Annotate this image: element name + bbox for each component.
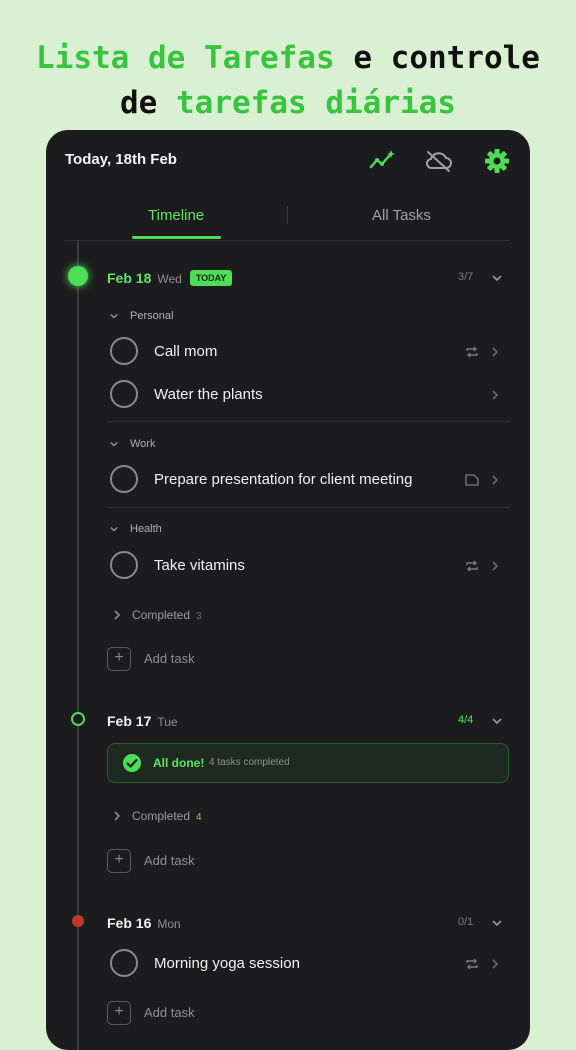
top-bar: Today, 18th Feb: [46, 130, 530, 190]
chevron-right-icon[interactable]: [112, 610, 122, 620]
chevron-right-icon[interactable]: [490, 959, 500, 969]
plus-icon: +: [107, 1001, 131, 1025]
timeline-rail: [77, 240, 79, 1050]
task-checkbox[interactable]: [110, 380, 138, 408]
chevron-down-icon[interactable]: [492, 716, 502, 726]
tab-divider: [287, 206, 288, 224]
day-header-feb18[interactable]: Feb 18 Wed TODAY: [107, 270, 233, 286]
day-progress-count: 4/4: [458, 714, 474, 726]
today-badge: TODAY: [189, 270, 233, 286]
repeat-icon: [466, 958, 478, 970]
active-tab-indicator: [132, 236, 221, 239]
group-label-work[interactable]: Work: [130, 438, 155, 450]
day-progress-count: 3/7: [458, 271, 474, 283]
completed-toggle[interactable]: Completed 3: [132, 608, 202, 622]
chevron-right-icon[interactable]: [490, 475, 500, 485]
headline-line-2: de tarefas diárias: [120, 85, 456, 121]
chevron-down-icon[interactable]: [110, 440, 118, 448]
headline-line-1: Lista de Tarefas e controle: [36, 40, 540, 76]
task-item[interactable]: Prepare presentation for client meeting: [110, 462, 510, 498]
chevron-down-icon[interactable]: [110, 525, 118, 533]
completed-toggle[interactable]: Completed 4: [132, 809, 202, 823]
group-divider: [107, 421, 510, 422]
day-header-feb16[interactable]: Feb 16 Mon: [107, 915, 181, 931]
tab-timeline[interactable]: Timeline: [148, 207, 204, 224]
group-label-personal[interactable]: Personal: [130, 310, 173, 322]
timeline-dot-overdue: [72, 915, 84, 927]
day-header-feb17[interactable]: Feb 17 Tue: [107, 713, 178, 729]
task-item[interactable]: Call mom: [110, 334, 510, 370]
group-label-health[interactable]: Health: [130, 523, 162, 535]
task-item[interactable]: Morning yoga session: [110, 946, 510, 982]
repeat-icon: [466, 346, 478, 358]
task-checkbox[interactable]: [110, 551, 138, 579]
add-task-button[interactable]: + Add task: [107, 849, 307, 875]
chevron-right-icon[interactable]: [490, 347, 500, 357]
chevron-right-icon[interactable]: [490, 390, 500, 400]
check-circle-icon: [123, 754, 141, 772]
note-icon: [465, 474, 479, 486]
timeline-dot-today: [68, 266, 88, 286]
group-divider: [107, 507, 510, 508]
task-checkbox[interactable]: [110, 949, 138, 977]
add-task-button[interactable]: + Add task: [107, 1001, 307, 1027]
chevron-down-icon[interactable]: [492, 918, 502, 928]
chevron-down-icon[interactable]: [492, 273, 502, 283]
chevron-right-icon[interactable]: [490, 561, 500, 571]
view-tabs: Timeline All Tasks: [64, 196, 510, 241]
tab-all-tasks[interactable]: All Tasks: [372, 207, 431, 224]
plus-icon: +: [107, 849, 131, 873]
repeat-icon: [466, 560, 478, 572]
task-item[interactable]: Take vitamins: [110, 548, 510, 584]
add-task-button[interactable]: + Add task: [107, 647, 307, 673]
day-progress-count: 0/1: [458, 916, 474, 928]
cloud-off-icon[interactable]: [424, 146, 454, 176]
timeline-dot-complete: [71, 712, 85, 726]
chevron-down-icon[interactable]: [110, 312, 118, 320]
chevron-right-icon[interactable]: [112, 811, 122, 821]
page-title: Today, 18th Feb: [65, 151, 177, 168]
all-done-banner: All done! 4 tasks completed: [107, 743, 509, 783]
task-checkbox[interactable]: [110, 465, 138, 493]
task-item[interactable]: Water the plants: [110, 377, 510, 413]
stats-sparkle-icon[interactable]: [368, 146, 398, 176]
app-screen: Today, 18th Feb Timeline All Tasks Feb 1…: [46, 130, 530, 1050]
promo-headline: Lista de Tarefas e controle de tarefas d…: [0, 36, 576, 126]
task-checkbox[interactable]: [110, 337, 138, 365]
settings-gear-icon[interactable]: [482, 146, 512, 176]
plus-icon: +: [107, 647, 131, 671]
